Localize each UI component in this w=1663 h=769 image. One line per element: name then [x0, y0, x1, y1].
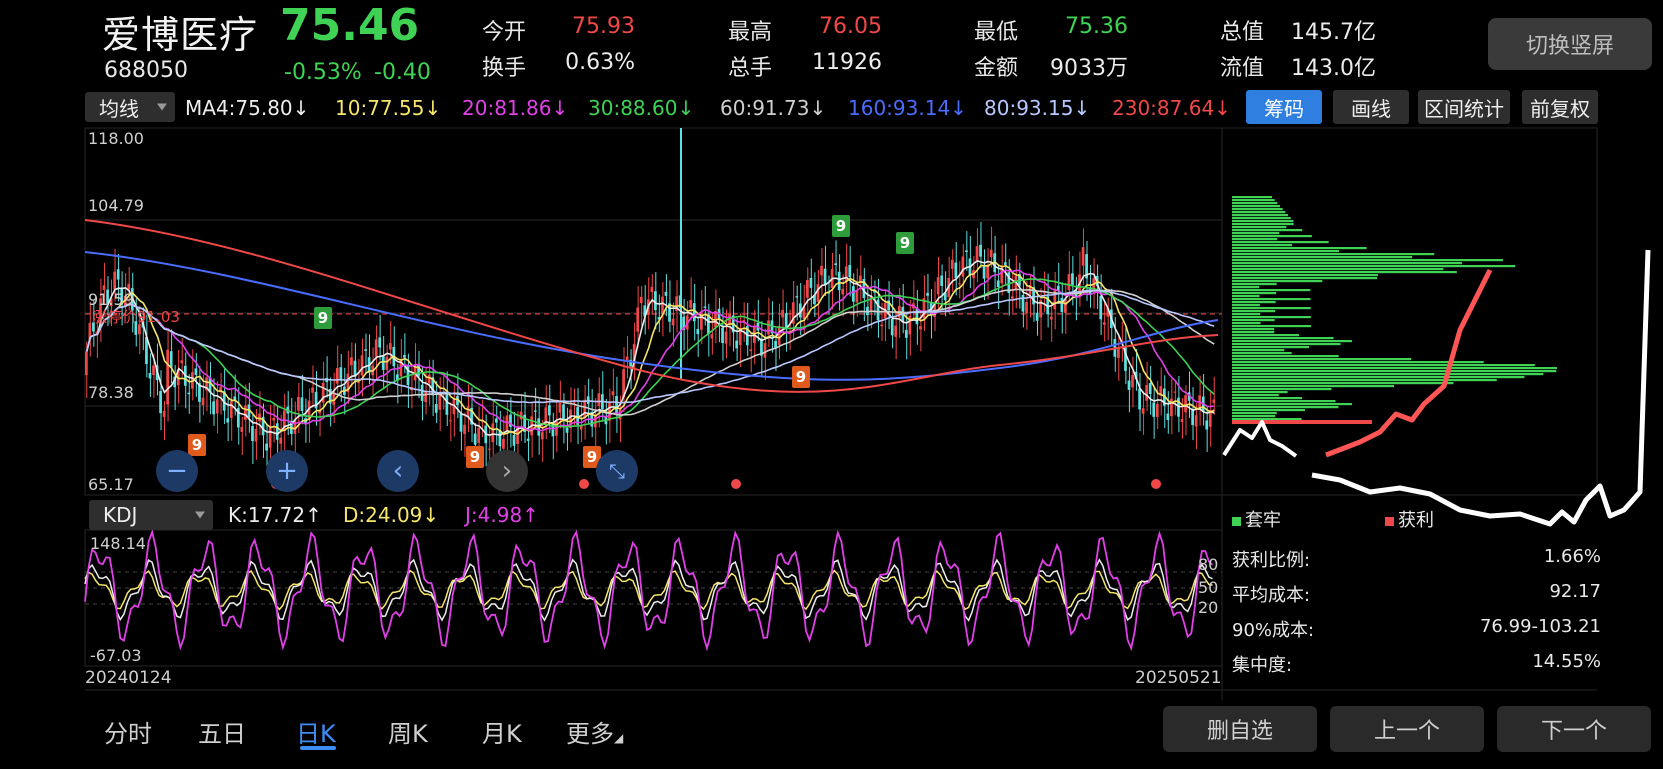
chip-distribution	[1232, 196, 1558, 424]
scroll-left-button[interactable]: ‹	[377, 450, 419, 492]
seq-tag: 9	[792, 366, 810, 388]
ma-lines	[84, 219, 1219, 437]
kdj-y-min: -67.03	[90, 646, 142, 665]
remove-watchlist-button[interactable]: 删自选	[1163, 706, 1317, 752]
cost-90-value: 76.99-103.21	[1479, 616, 1601, 637]
concentration-value: 14.55%	[1532, 651, 1601, 672]
kdj-j-value: J:4.98↑	[465, 503, 539, 527]
chevron-down-icon	[195, 511, 205, 519]
kdj-k-value: K:17.72↑	[228, 503, 322, 527]
y-label-top: 118.00	[88, 129, 144, 148]
limit-price-label: 涨停价91.03	[92, 308, 180, 326]
green-square-icon	[1232, 517, 1241, 526]
chevron-left-icon: ‹	[392, 456, 404, 486]
next-stock-button[interactable]: 下一个	[1497, 706, 1651, 752]
kdj-level-20: 20	[1198, 598, 1219, 617]
kdj-lines	[84, 528, 1214, 652]
plus-icon: +	[276, 456, 298, 486]
tab-intraday[interactable]: 分时	[104, 714, 152, 749]
seq-tag: 9	[832, 215, 850, 237]
start-date: 20240124	[85, 668, 172, 688]
y-label-2: 104.79	[88, 196, 144, 215]
seq-tag: 9	[314, 307, 332, 329]
concentration-label: 集中度:	[1232, 655, 1293, 676]
profit-ratio-value: 1.66%	[1543, 546, 1601, 567]
previous-stock-button[interactable]: 上一个	[1330, 706, 1484, 752]
tab-more[interactable]: 更多◢	[566, 714, 623, 749]
avg-cost-value: 92.17	[1549, 581, 1601, 602]
zoom-in-button[interactable]: +	[266, 450, 308, 492]
reset-view-button[interactable]: ⤡	[596, 450, 638, 492]
tab-weekly-k[interactable]: 周K	[388, 714, 428, 749]
tab-daily-k[interactable]: 日K	[296, 714, 336, 749]
end-date: 20250521	[1135, 668, 1222, 688]
minus-icon: −	[166, 456, 188, 486]
seq-tag: 9	[188, 434, 206, 456]
red-square-icon	[1385, 517, 1394, 526]
legend-trapped: 套牢	[1232, 506, 1281, 532]
cost-90-label: 90%成本:	[1232, 620, 1315, 641]
scroll-right-button[interactable]: ›	[486, 450, 528, 492]
profit-ratio-label: 获利比例:	[1232, 550, 1311, 571]
caret-icon: ◢	[614, 731, 624, 745]
kdj-level-80: 80	[1198, 555, 1219, 574]
active-tab-indicator	[300, 746, 336, 750]
legend-profit: 获利	[1385, 506, 1434, 532]
kline-chart[interactable]	[0, 0, 1663, 769]
avg-cost-label: 平均成本:	[1232, 585, 1311, 606]
zoom-out-button[interactable]: −	[156, 450, 198, 492]
y-label-bottom: 65.17	[88, 475, 134, 494]
kdj-select-label: KDJ	[103, 503, 138, 527]
tab-monthly-k[interactable]: 月K	[482, 714, 522, 749]
chevron-right-icon: ›	[501, 456, 513, 486]
candles	[85, 128, 1216, 471]
tab-five-day[interactable]: 五日	[198, 714, 246, 749]
kdj-indicator-select[interactable]: KDJ	[89, 500, 213, 530]
kdj-level-50: 50	[1198, 578, 1219, 597]
seq-tag: 9	[466, 446, 484, 468]
compress-icon: ⤡	[609, 459, 625, 483]
kdj-d-value: D:24.09↓	[343, 503, 440, 527]
y-label-4: 78.38	[88, 383, 134, 402]
kdj-y-max: 148.14	[90, 534, 146, 553]
seq-tag: 9	[896, 232, 914, 254]
